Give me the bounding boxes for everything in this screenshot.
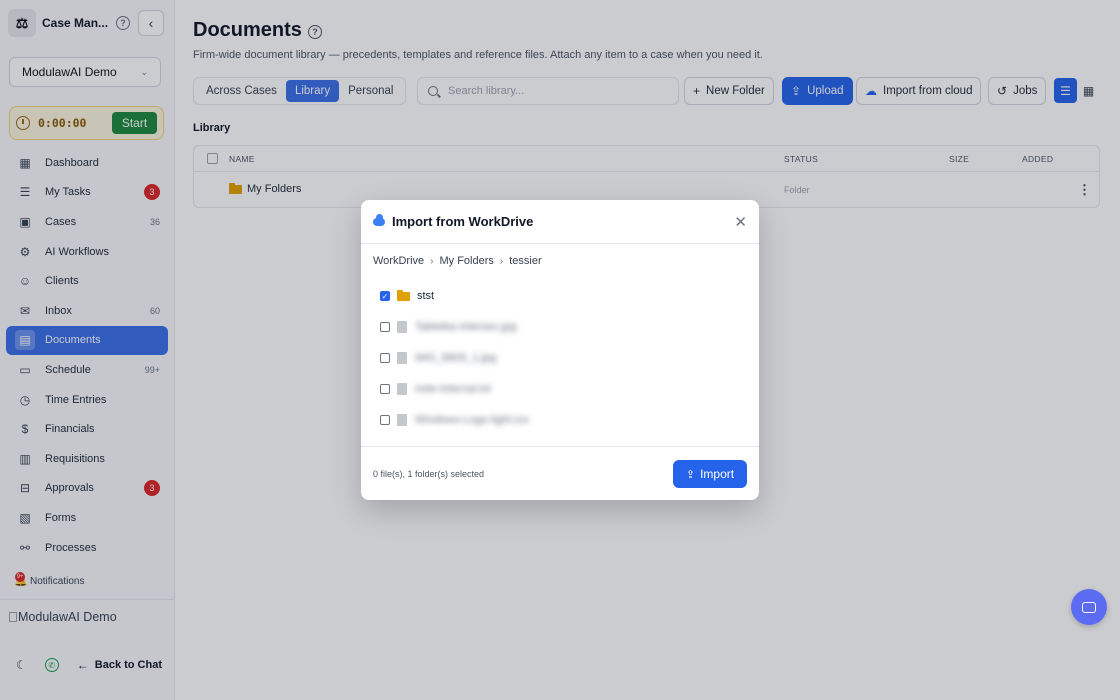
breadcrumb-item[interactable]: WorkDrive [373,255,424,267]
modal-header: Import from WorkDrive ✕ [361,200,759,244]
item-checkbox[interactable] [380,384,390,394]
item-name: stst [417,290,435,302]
list-item[interactable]: IMG_8809_1.jpg [380,350,496,366]
folder-icon [397,289,410,301]
item-name: IMG_8809_1.jpg [415,352,497,364]
chat-bubble-icon [1082,601,1096,613]
breadcrumb: WorkDrive › My Folders › tessier [373,255,542,267]
item-checkbox[interactable]: ✓ [380,291,390,301]
file-icon [397,321,407,333]
upload-icon: ⇪ [685,468,696,481]
modal-footer: 0 file(s), 1 folder(s) selected ⇪ Import [361,446,759,500]
list-item[interactable]: note-internal.txt [380,381,491,397]
selection-summary: 0 file(s), 1 folder(s) selected [373,469,485,479]
chevron-right-icon: › [430,255,434,267]
list-item[interactable]: ✓ stst [380,288,434,304]
chevron-right-icon: › [499,255,504,267]
file-icon [397,414,407,426]
import-button[interactable]: ⇪ Import [673,460,747,488]
item-name: note-internal.txt [415,383,491,395]
item-name: Windows-Logo-light.ico [415,414,529,426]
import-label: Import [700,467,735,481]
modal-title: Import from WorkDrive [392,214,534,229]
import-modal: Import from WorkDrive ✕ WorkDrive › My F… [361,200,759,500]
cloud-icon [373,213,385,226]
breadcrumb-item[interactable]: My Folders [439,255,493,267]
file-icon [397,383,407,395]
breadcrumb-item[interactable]: tessier [509,255,541,267]
list-item[interactable]: Tabletka-Intersex.jpg [380,319,517,335]
item-checkbox[interactable] [380,322,390,332]
item-checkbox[interactable] [380,415,390,425]
close-icon[interactable]: ✕ [734,213,747,231]
item-checkbox[interactable] [380,353,390,363]
file-icon [397,352,407,364]
item-name: Tabletka-Intersex.jpg [415,321,517,333]
chat-button[interactable] [1071,589,1107,625]
list-item[interactable]: Windows-Logo-light.ico [380,412,529,428]
